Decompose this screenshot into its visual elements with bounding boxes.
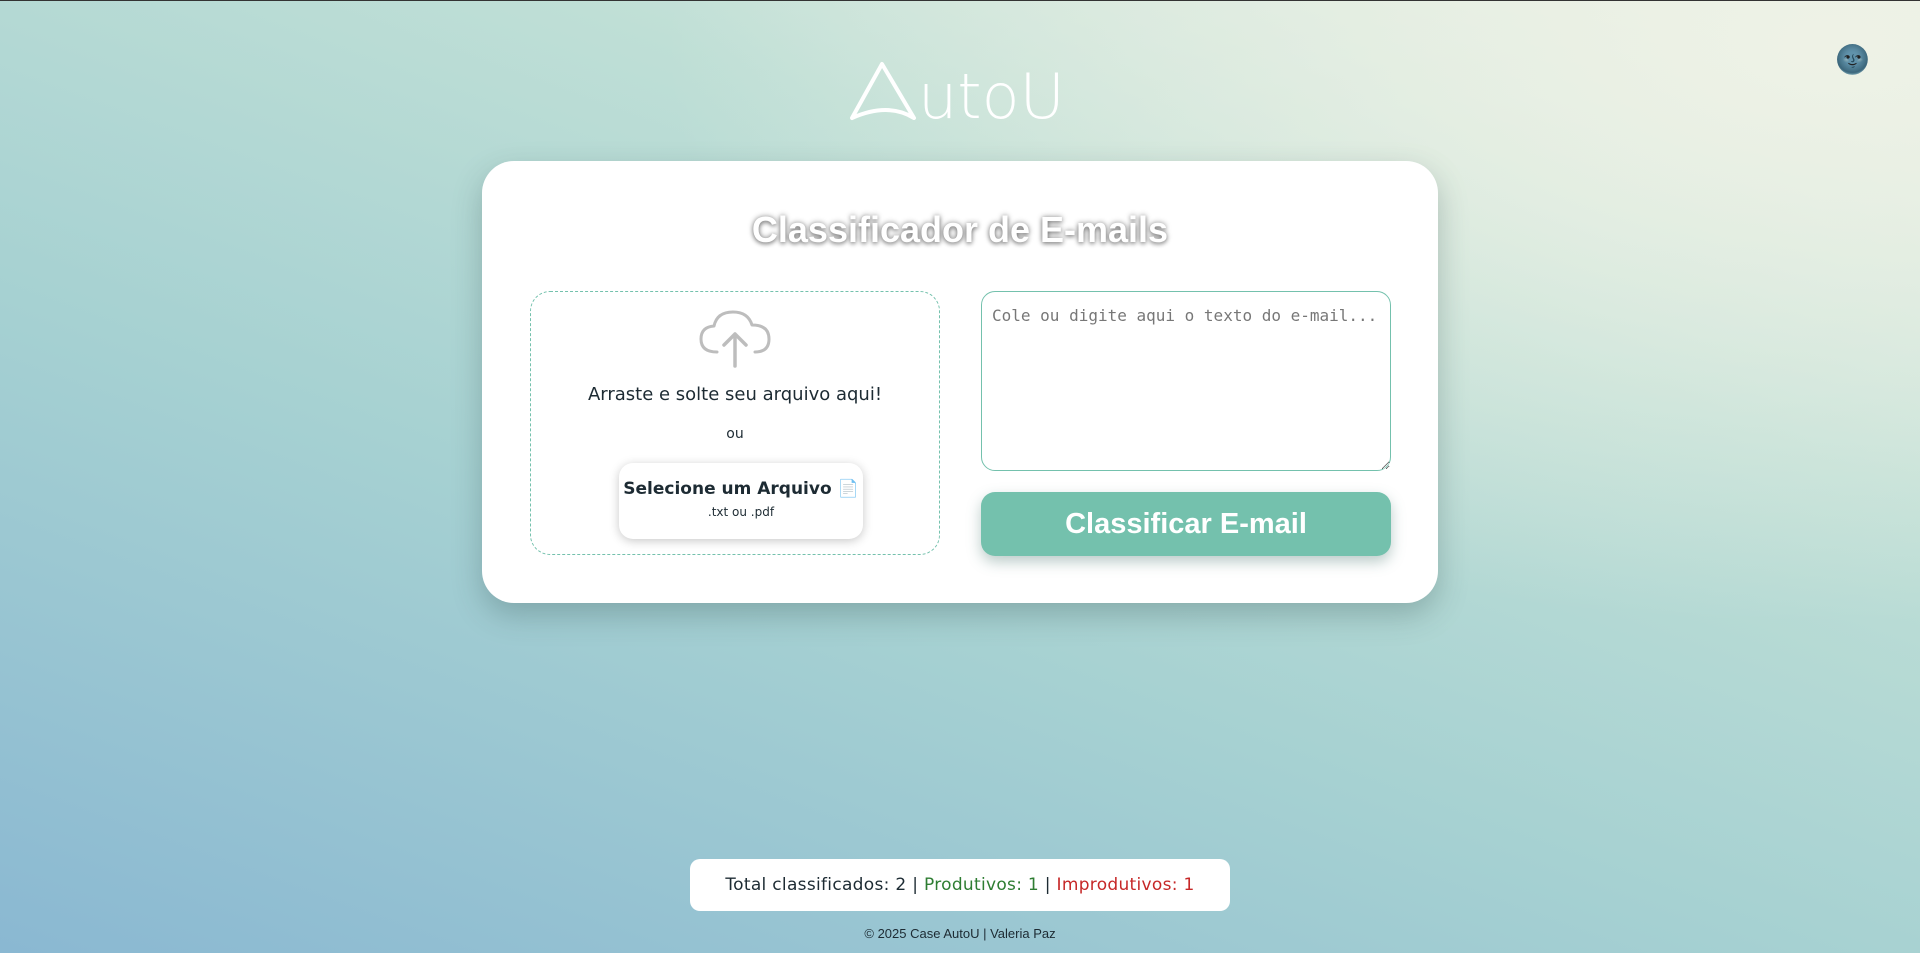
unproductive-count: Improdutivos: 1 — [1056, 875, 1195, 895]
productive-count: Produtivos: 1 — [923, 875, 1040, 895]
dropzone-or-text: ou — [726, 426, 744, 442]
autou-logo: utoU — [850, 60, 1065, 124]
select-file-label: Selecione um Arquivo 📄 — [623, 479, 859, 499]
footer: © 2025 Case AutoU | Valeria Paz — [864, 926, 1056, 941]
page-title: Classificador de E-mails — [751, 209, 1169, 250]
logo-text: utoU — [918, 60, 1065, 124]
dropzone-text: Arraste e solte seu arquivo aqui! — [587, 384, 883, 405]
theme-toggle-button[interactable]: 🌚 — [1835, 43, 1870, 76]
cloud-upload-icon — [699, 310, 771, 368]
email-text-input[interactable] — [981, 291, 1391, 471]
top-border — [0, 0, 1920, 1]
total-classified: Total classificados: 2 — [725, 875, 907, 895]
classification-stats: Total classificados: 2 | Produtivos: 1 |… — [690, 859, 1230, 911]
moon-face-icon: 🌚 — [1835, 43, 1870, 76]
select-file-button[interactable]: Selecione um Arquivo 📄 .txt ou .pdf — [619, 463, 863, 539]
file-types-hint: .txt ou .pdf — [707, 505, 775, 519]
classify-email-button[interactable]: Classificar E-mail — [981, 492, 1391, 556]
stats-separator: | — [1044, 875, 1051, 895]
file-dropzone[interactable]: Arraste e solte seu arquivo aqui! ou Sel… — [530, 291, 940, 555]
classifier-card: Classificador de E-mails Arraste e solte… — [482, 161, 1438, 603]
stats-separator: | — [912, 875, 919, 895]
